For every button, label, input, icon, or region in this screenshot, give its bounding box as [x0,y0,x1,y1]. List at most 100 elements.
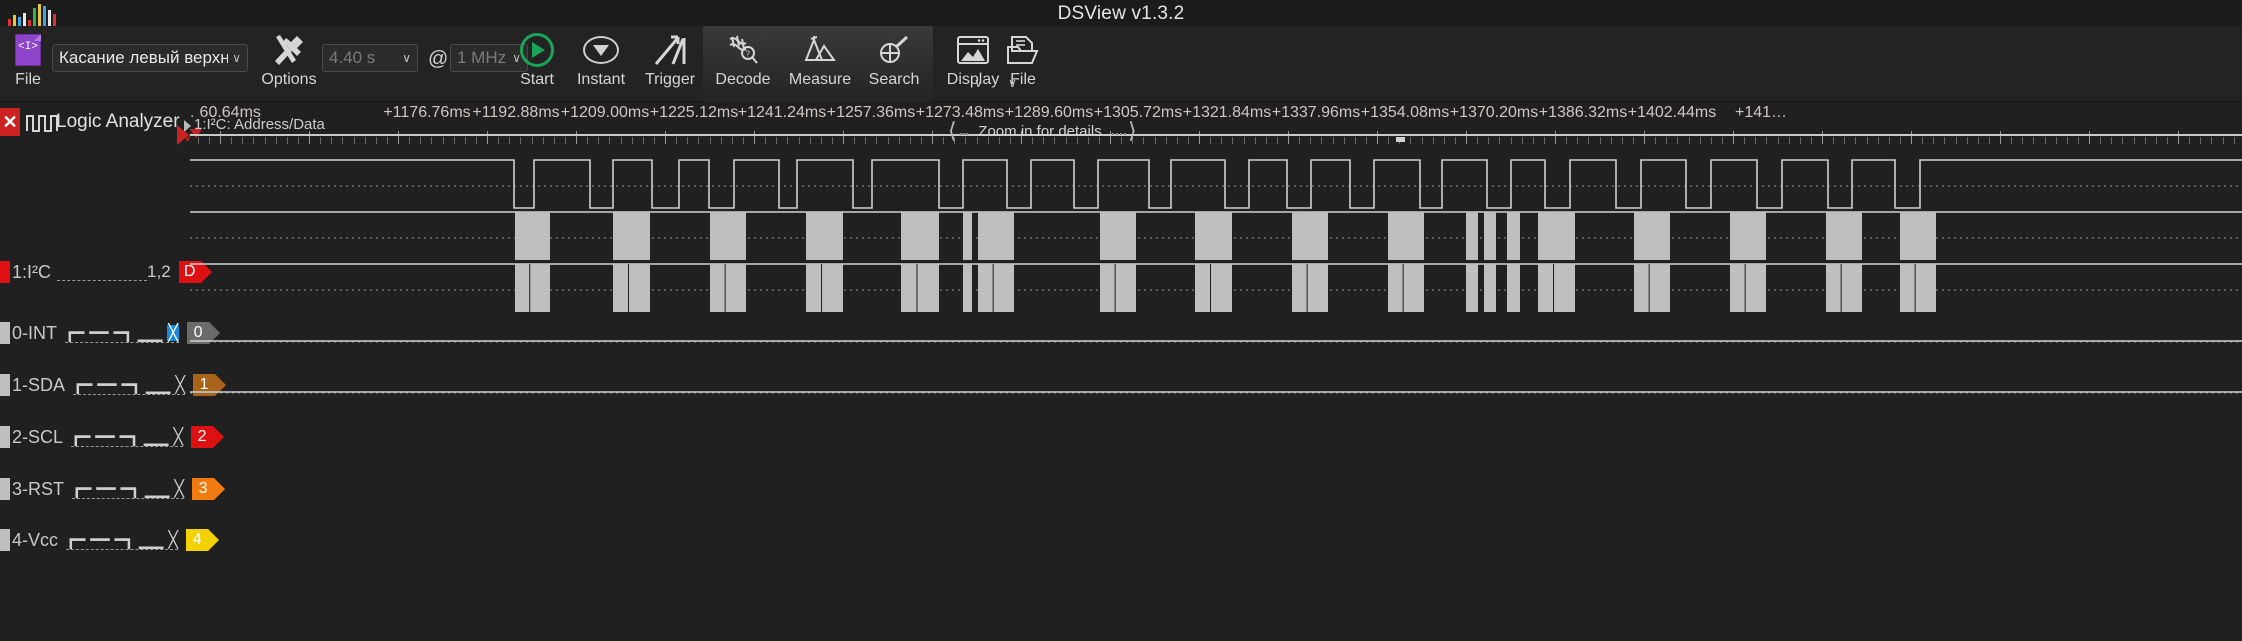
decoder-result-bar[interactable] [190,134,2242,136]
ruler-minor-tick [2200,137,2201,144]
ruler-minor-tick [1677,137,1678,144]
ruler-time-label: +1386.32ms [1539,104,1628,122]
ruler-minor-tick [609,137,610,144]
zoom-hint-leader [960,133,968,135]
ruler-minor-tick [1344,137,1345,144]
ruler-minor-tick [454,137,455,144]
logo-bar [8,19,11,26]
ruler-minor-tick [420,137,421,144]
ruler-minor-tick [1978,137,1979,144]
ruler-minor-tick [409,137,410,144]
ruler-major-tick [487,131,488,144]
session-select[interactable]: Касание левый верхний у ∨ [52,44,248,72]
ruler-minor-tick [253,137,254,144]
sda-activity-block [1195,212,1232,260]
ruler-minor-tick [509,137,510,144]
logo-bar [43,6,46,26]
logo-bar [48,10,51,26]
decode-button[interactable]: ? Decode [706,30,780,89]
zoom-hint-leader [1112,133,1126,135]
ruler-minor-tick [476,137,477,144]
ruler-minor-tick [265,137,266,144]
ruler-minor-tick [298,137,299,144]
ruler-minor-tick [787,137,788,144]
ruler-time-label: +1289.60ms [1005,104,1094,122]
ruler-time-label: +1337.96ms [1272,104,1361,122]
sda-activity-block [806,212,843,260]
ruler-minor-tick [1744,137,1745,144]
measure-icon [803,30,837,70]
ruler-minor-tick [2045,137,2046,144]
protocol-decode-icon: ? [726,30,760,70]
ruler-time-label: +1305.72ms [1094,104,1183,122]
ruler-minor-tick [698,137,699,144]
ruler-minor-tick [1221,137,1222,144]
ruler-minor-tick [543,137,544,144]
ruler-major-tick [1110,131,1111,144]
ruler-time-label: +1257.36ms [827,104,916,122]
chevron-down-icon[interactable]: ∨ [974,76,983,90]
ruler-minor-tick [331,137,332,144]
ruler-minor-tick [1166,137,1167,144]
instant-button[interactable]: Instant [570,30,632,89]
ruler-minor-tick [1499,137,1500,144]
ruler-minor-tick [342,137,343,144]
search-label: Search [869,71,920,89]
options-button[interactable]: Options [258,30,320,89]
ruler-minor-tick [1355,137,1356,144]
ruler-time-label: +1176.76ms [383,104,470,122]
ruler-minor-tick [799,137,800,144]
ruler-minor-tick [276,137,277,144]
sda-activity-block [515,212,550,260]
ruler-minor-tick [710,137,711,144]
ruler-minor-tick [376,137,377,144]
start-button[interactable]: Start [513,30,561,89]
ruler-minor-tick [1477,137,1478,144]
file-code-icon [15,30,41,70]
search-button[interactable]: Search [858,30,930,89]
ruler-minor-tick [1878,137,1879,144]
duration-value: 4.40 s [329,48,398,68]
ruler-major-tick [1822,131,1823,144]
sda-activity-block [1507,212,1520,260]
scl-activity-block [1507,264,1520,312]
close-device-icon[interactable]: ✕ [0,108,20,136]
ruler-minor-tick [2134,137,2135,144]
ruler-minor-tick [598,137,599,144]
ruler-major-tick [754,131,755,144]
file-menu-button[interactable]: File [8,30,48,89]
duration-select[interactable]: 4.40 s ∨ [322,44,418,72]
ruler-minor-tick [1967,137,1968,144]
ruler-minor-tick [721,137,722,144]
sda-activity-block [710,212,746,260]
ruler-major-tick [398,131,399,144]
ruler-major-tick [665,131,666,144]
chevron-down-icon[interactable]: ∨ [1008,76,1017,90]
logo-bar [53,14,56,26]
measure-button[interactable]: Measure [780,30,860,89]
logo-bar [13,15,16,26]
ruler-minor-tick [1611,137,1612,144]
scl-activity-block [710,264,746,312]
sda-activity-block [1538,212,1575,260]
ruler-minor-tick [2111,137,2112,144]
scl-activity-block [1538,264,1575,312]
ruler-minor-tick [632,137,633,144]
ruler-minor-tick [1455,137,1456,144]
ruler-cursor-marker[interactable] [1396,137,1405,142]
ruler-minor-tick [1277,137,1278,144]
sda-activity-block [1826,212,1862,260]
time-ruler[interactable]: … 60.64ms+1176.76ms+1192.88ms+1209.00ms+… [190,102,2242,144]
device-name: Logic Analyzer [56,111,180,133]
trigger-button[interactable]: Trigger [637,30,703,89]
scl-activity-block [1195,264,1232,312]
waveform-area[interactable]: 1:I²C1,2D0-INT┏━━━━┓▁▁╳01-SDA┏━━━━┓▁▁╳12… [0,144,2242,641]
sda-activity-block [1730,212,1766,260]
instant-label: Instant [577,71,625,89]
ruler-minor-tick [1778,137,1779,144]
ruler-minor-tick [1488,137,1489,144]
sda-activity-block [1634,212,1670,260]
folder-open-icon [1006,30,1040,70]
ruler-minor-tick [1366,137,1367,144]
file-open-button[interactable]: File [1000,30,1046,89]
